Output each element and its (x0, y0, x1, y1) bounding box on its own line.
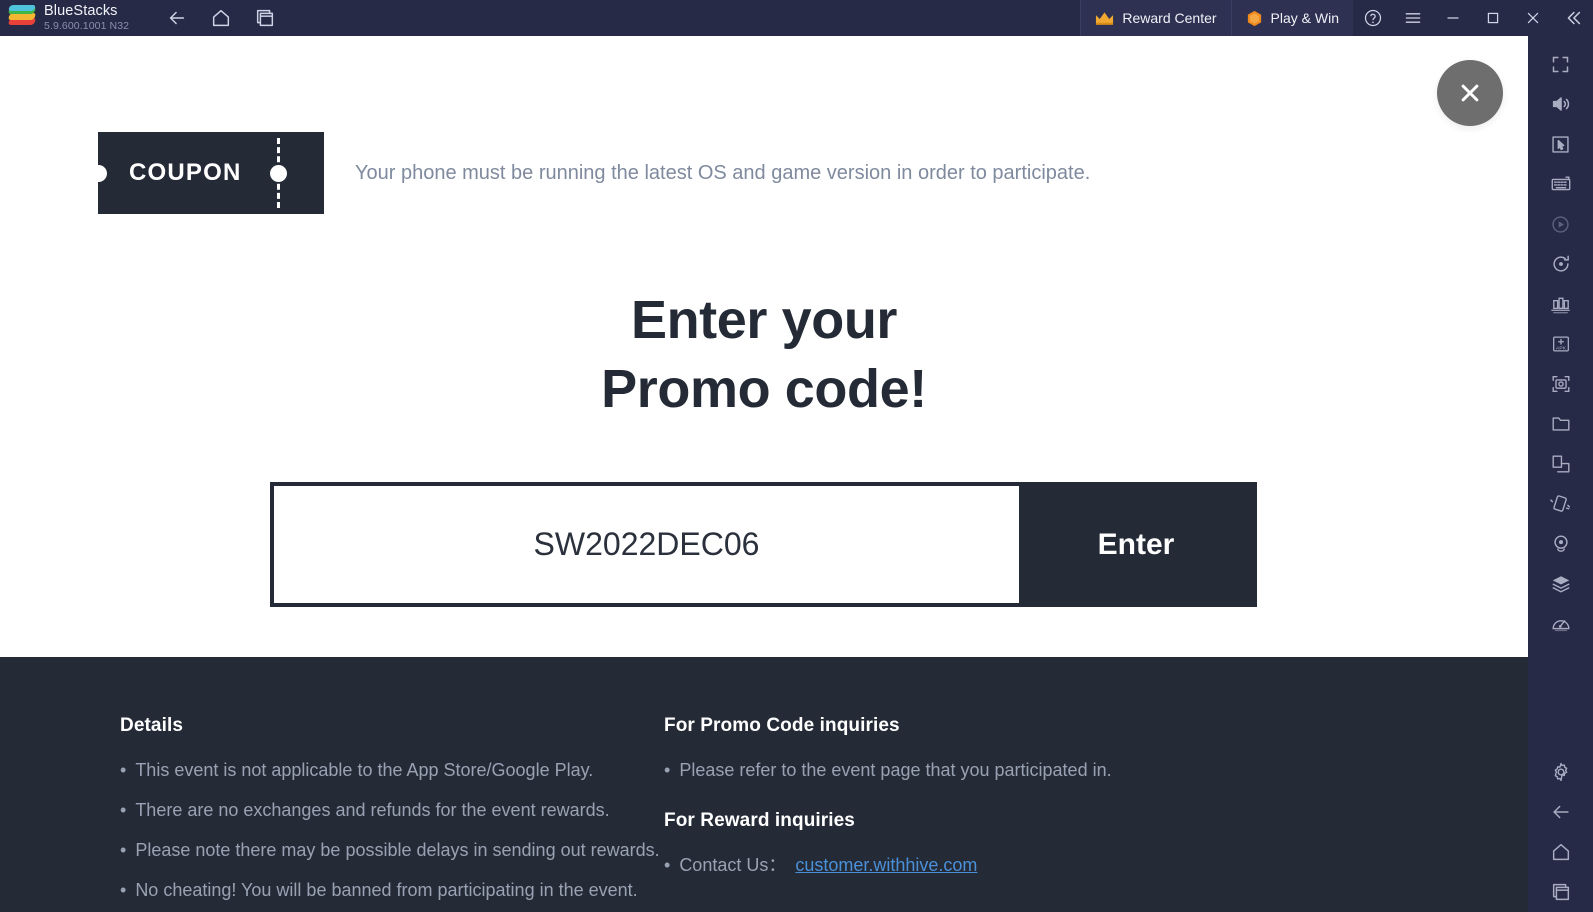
coupon-badge: COUPON (90, 132, 324, 214)
reward-center-label: Reward Center (1122, 10, 1217, 26)
play-and-win-label: Play & Win (1270, 10, 1339, 26)
performance-gauge-icon[interactable] (1541, 604, 1581, 644)
window-titlebar: BlueStacks 5.9.600.1001 N32 Reward Cente… (0, 0, 1593, 36)
app-version: 5.9.600.1001 N32 (44, 20, 130, 33)
maximize-icon[interactable] (1473, 0, 1513, 36)
bullet-icon: • (120, 760, 127, 780)
app-title-block: BlueStacks 5.9.600.1001 N32 (44, 2, 130, 33)
list-item: • Please note there may be possible dela… (120, 841, 664, 859)
bullet-icon: • (120, 840, 127, 860)
promo-inquiries-heading: For Promo Code inquiries (664, 715, 900, 736)
bullet-icon: • (664, 760, 671, 780)
svg-text:APK: APK (1556, 346, 1567, 352)
list-item: • No cheating! You will be banned from p… (120, 881, 664, 899)
titlebar-nav-group (159, 2, 283, 34)
volume-icon[interactable] (1541, 84, 1581, 124)
home-icon[interactable] (203, 2, 239, 34)
crown-icon (1095, 11, 1114, 25)
bullet-icon: • (120, 800, 127, 820)
page-footer: Details • This event is not applicable t… (0, 657, 1528, 912)
shake-icon[interactable] (1541, 484, 1581, 524)
location-icon[interactable] (1541, 524, 1581, 564)
rotate-screen-icon[interactable] (1541, 444, 1581, 484)
notice-text: Your phone must be running the latest OS… (355, 161, 1091, 184)
android-home-icon[interactable] (1541, 832, 1581, 872)
page-title: Enter your Promo code! (0, 286, 1528, 424)
multi-instance-sync-icon[interactable] (1541, 284, 1581, 324)
screenshot-icon[interactable] (1541, 364, 1581, 404)
coupon-notch-left (90, 164, 107, 182)
settings-gear-icon[interactable] (1541, 752, 1581, 792)
coupon-perforation (276, 138, 280, 208)
keyboard-macro-icon[interactable] (1541, 164, 1581, 204)
list-item: • Please refer to the event page that yo… (664, 761, 1112, 779)
fullscreen-icon[interactable] (1541, 44, 1581, 84)
enter-button[interactable]: Enter (1019, 486, 1253, 603)
hex-coin-icon (1246, 10, 1263, 27)
coupon-badge-label: COUPON (129, 159, 242, 186)
footer-details-column: Details • This event is not applicable t… (0, 715, 664, 912)
contact-us-label: Contact Us： (679, 855, 787, 875)
reward-inquiries-heading: For Reward inquiries (664, 810, 855, 831)
list-item-text: No cheating! You will be banned from par… (135, 880, 638, 900)
list-item-text: Please note there may be possible delays… (135, 840, 660, 860)
play-and-win-button[interactable]: Play & Win (1230, 0, 1353, 36)
media-play-icon[interactable] (1541, 204, 1581, 244)
list-item: • This event is not applicable to the Ap… (120, 761, 664, 779)
list-item: • Contact Us： customer.withhive.com (664, 856, 1112, 874)
sync-operations-icon[interactable] (1541, 244, 1581, 284)
app-name: BlueStacks (44, 2, 118, 19)
install-apk-icon[interactable]: APK (1541, 324, 1581, 364)
help-icon[interactable] (1353, 0, 1393, 36)
customer-support-link[interactable]: customer.withhive.com (795, 856, 977, 874)
page-title-line1: Enter your (630, 290, 898, 350)
close-window-icon[interactable] (1513, 0, 1553, 36)
android-recents-icon[interactable] (1541, 872, 1581, 912)
bullet-icon: • (664, 855, 671, 875)
list-item-text: This event is not applicable to the App … (135, 760, 594, 780)
list-item: • There are no exchanges and refunds for… (120, 801, 664, 819)
android-back-icon[interactable] (1541, 792, 1581, 832)
minimize-icon[interactable] (1433, 0, 1473, 36)
promo-code-form: Enter (270, 482, 1257, 607)
promo-code-input[interactable] (274, 486, 1019, 603)
multi-instance-icon[interactable] (247, 2, 283, 34)
page-title-line2: Promo code! (601, 359, 927, 420)
app-content-area: COUPON Your phone must be running the la… (0, 36, 1528, 912)
close-overlay-button[interactable] (1437, 60, 1503, 126)
list-item-text: There are no exchanges and refunds for t… (135, 800, 610, 820)
bluestacks-sidebar: APK (1528, 36, 1593, 912)
list-item-text: Please refer to the event page that you … (679, 760, 1112, 780)
hamburger-menu-icon[interactable] (1393, 0, 1433, 36)
reward-center-button[interactable]: Reward Center (1080, 0, 1231, 36)
notice-row: COUPON Your phone must be running the la… (90, 132, 1091, 214)
back-icon[interactable] (159, 2, 195, 34)
footer-inquiries-column: For Promo Code inquiries • Please refer … (664, 715, 1112, 912)
media-folder-icon[interactable] (1541, 404, 1581, 444)
bullet-icon: • (120, 880, 127, 900)
layers-icon[interactable] (1541, 564, 1581, 604)
cursor-icon[interactable] (1541, 124, 1581, 164)
bluestacks-logo-icon (7, 5, 37, 31)
details-heading: Details (120, 715, 184, 736)
collapse-sidebar-icon[interactable] (1553, 0, 1593, 36)
